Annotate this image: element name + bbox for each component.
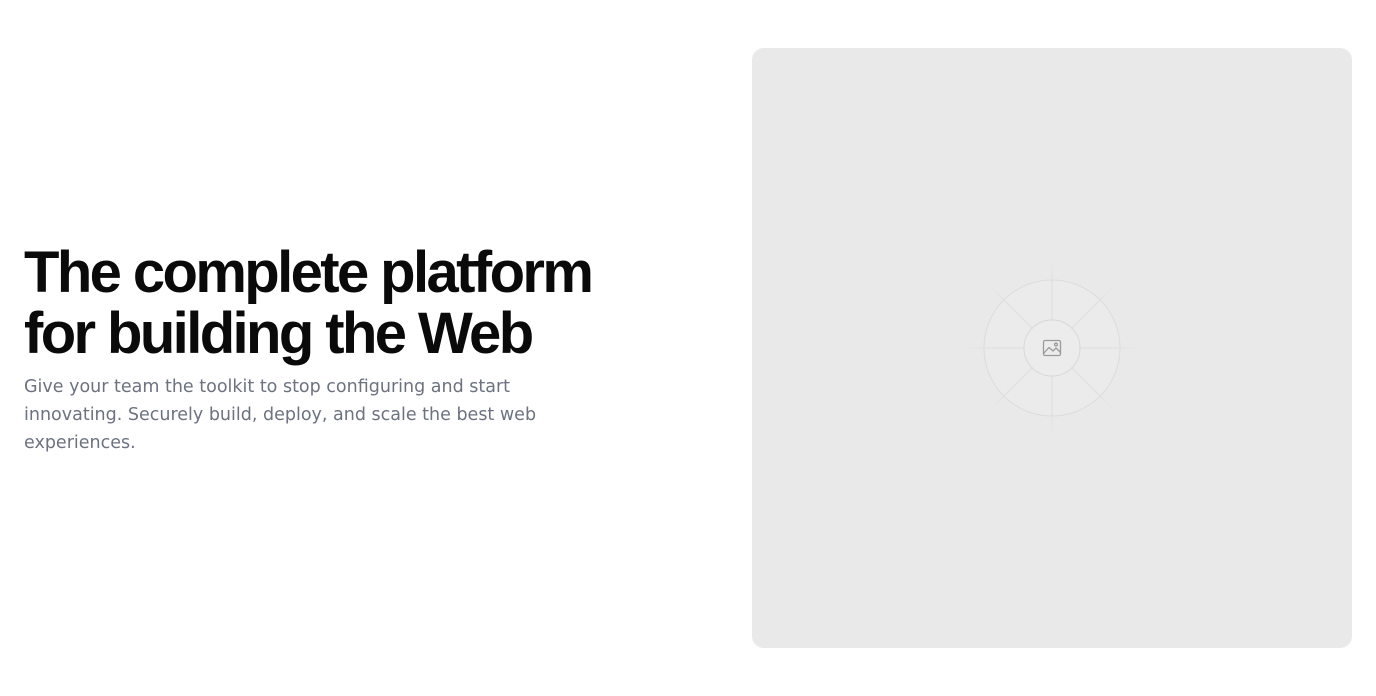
hero-headline-line1: The complete platform <box>24 240 594 305</box>
hero-subtitle: Give your team the toolkit to stop confi… <box>24 377 537 453</box>
image-placeholder-graphic <box>957 253 1147 443</box>
hero-image-placeholder <box>752 48 1352 648</box>
hero-copy: The complete platform for building the W… <box>24 242 684 457</box>
hero-headline: The complete platform for building the W… <box>24 242 684 364</box>
hero-section: The complete platform for building the W… <box>0 0 1376 696</box>
placeholder-inner-ring <box>1023 319 1081 377</box>
hero-headline-line2: for building the Web <box>24 301 534 366</box>
